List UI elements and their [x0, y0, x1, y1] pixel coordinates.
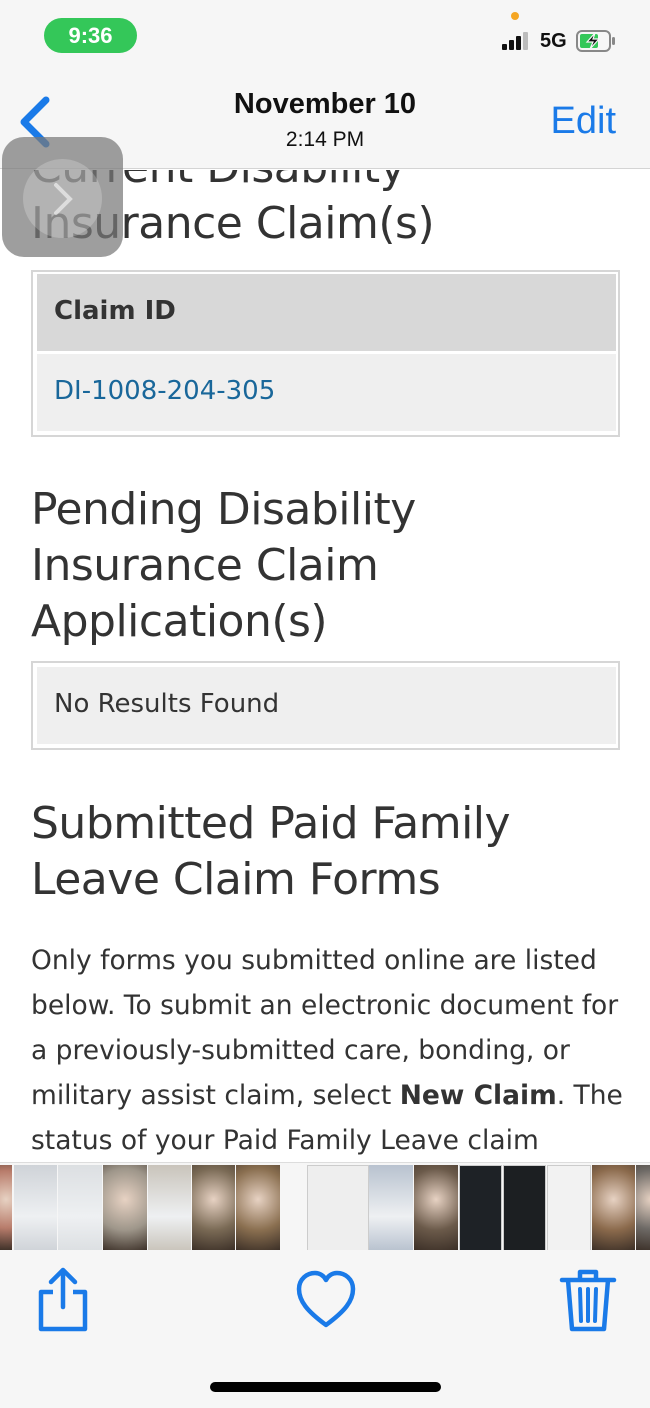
empty-results-row: No Results Found: [37, 667, 616, 744]
screenshot-content: Current Disability Insurance Claim(s) Cl…: [0, 170, 650, 1162]
trash-icon[interactable]: [558, 1267, 618, 1333]
photo-thumbnail[interactable]: [192, 1165, 235, 1250]
cellular-signal-icon: [502, 32, 534, 50]
status-time[interactable]: 9:36: [44, 18, 137, 53]
photo-thumbnail[interactable]: [0, 1165, 12, 1250]
photo-thumbnail[interactable]: [459, 1165, 502, 1250]
claim-id-column-header: Claim ID: [54, 296, 176, 326]
photo-thumbnail-strip[interactable]: [0, 1162, 650, 1250]
photo-thumbnail[interactable]: [414, 1165, 458, 1250]
edit-button[interactable]: Edit: [551, 100, 616, 143]
photo-thumbnail[interactable]: [148, 1165, 191, 1250]
chevron-right-icon: [54, 183, 73, 215]
claim-id-link[interactable]: DI-1008-204-305: [54, 376, 275, 406]
photo-thumbnail[interactable]: [103, 1165, 147, 1250]
pending-applications-title: Pending Disability Insurance Claim Appli…: [31, 484, 416, 647]
no-results-text: No Results Found: [54, 689, 280, 719]
pending-applications-table: No Results Found: [31, 661, 620, 750]
submitted-pfl-forms-title: Submitted Paid Family Leave Claim Forms: [31, 798, 511, 905]
assistive-touch-button[interactable]: [2, 137, 123, 257]
share-icon[interactable]: [33, 1267, 93, 1333]
battery-charging-icon: [576, 30, 615, 52]
privacy-indicator-dot: [511, 12, 519, 20]
photo-thumbnail[interactable]: [369, 1165, 413, 1250]
photo-thumbnail[interactable]: [14, 1165, 57, 1250]
new-claim-emphasis: New Claim: [399, 1080, 557, 1111]
photo-thumbnail[interactable]: [236, 1165, 280, 1250]
photo-thumbnail[interactable]: [636, 1165, 650, 1250]
photo-thumbnail[interactable]: [503, 1165, 546, 1250]
bottom-toolbar: [0, 1250, 650, 1408]
photo-thumbnail[interactable]: [58, 1165, 102, 1250]
pfl-forms-description: Only forms you submitted online are list…: [31, 938, 631, 1162]
current-claims-table: Claim ID DI-1008-204-305: [31, 270, 620, 437]
photo-thumbnail[interactable]: [547, 1165, 591, 1250]
network-type-label: 5G: [540, 30, 567, 52]
status-bar: 9:36 5G: [0, 0, 650, 70]
home-indicator[interactable]: [210, 1382, 441, 1392]
table-row: DI-1008-204-305: [37, 354, 616, 431]
photo-thumbnail[interactable]: [307, 1165, 369, 1250]
photo-thumbnail[interactable]: [592, 1165, 635, 1250]
claims-table-header: Claim ID: [37, 274, 616, 351]
heart-icon[interactable]: [295, 1267, 357, 1333]
